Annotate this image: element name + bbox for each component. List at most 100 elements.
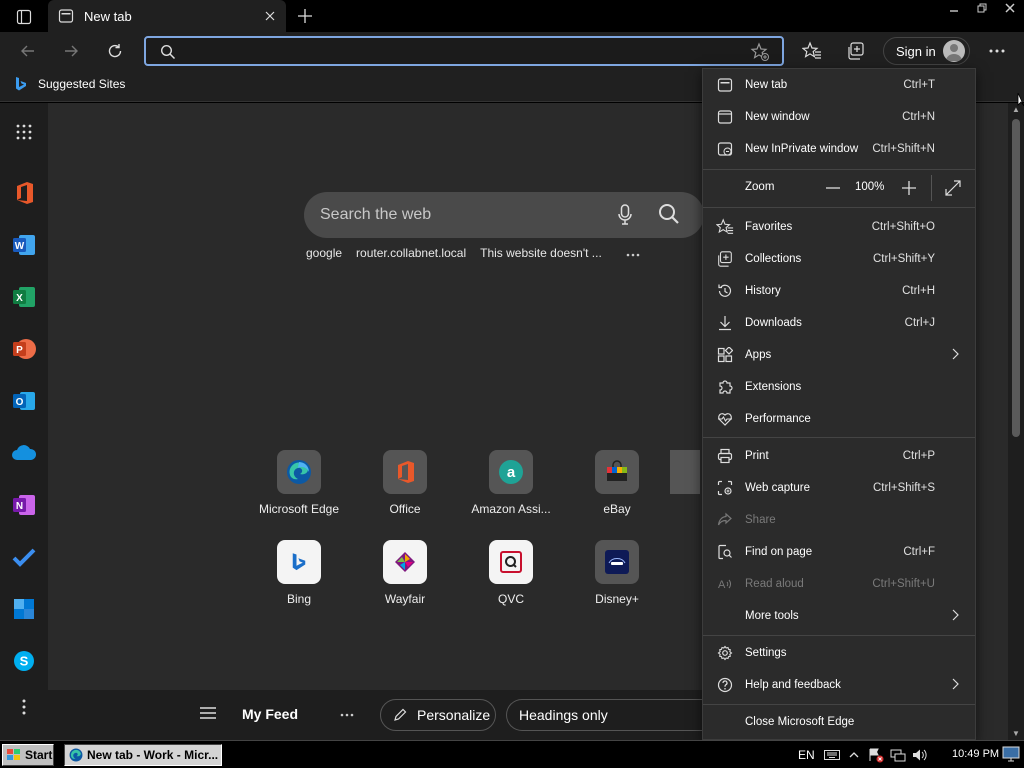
menu-item-read-aloud[interactable]: A Read aloud Ctrl+Shift+U bbox=[703, 568, 975, 600]
personalize-label: Personalize bbox=[417, 707, 491, 723]
top-site-tile[interactable]: QVC bbox=[458, 540, 564, 620]
favorites-button[interactable] bbox=[797, 37, 827, 65]
address-input[interactable] bbox=[186, 41, 746, 61]
top-site-tile[interactable]: Office bbox=[352, 450, 458, 530]
zoom-out-button[interactable] bbox=[823, 178, 843, 198]
history-clock-icon bbox=[718, 284, 732, 297]
web-search-box[interactable]: Search the web bbox=[304, 192, 704, 238]
tab-actions-button[interactable] bbox=[10, 6, 38, 28]
top-site-tile-partial[interactable] bbox=[670, 450, 700, 530]
skype-app-button[interactable]: S bbox=[11, 648, 37, 674]
menu-item-settings[interactable]: Settings bbox=[703, 637, 975, 669]
close-window-button[interactable] bbox=[996, 0, 1024, 16]
chevron-right-icon bbox=[951, 348, 959, 363]
favorite-suggested-sites[interactable]: Suggested Sites bbox=[14, 76, 125, 92]
menu-item-more-tools[interactable]: More tools bbox=[703, 600, 975, 632]
add-favorite-star-icon[interactable] bbox=[750, 42, 770, 62]
page-scrollbar[interactable]: ▲ ▼ bbox=[1008, 103, 1024, 740]
menu-item-performance[interactable]: Performance bbox=[703, 403, 975, 435]
tab-close-button[interactable] bbox=[258, 4, 282, 28]
menu-item-print[interactable]: Print Ctrl+P bbox=[703, 440, 975, 472]
excel-app-button[interactable]: X bbox=[11, 284, 37, 310]
outlook-app-button[interactable]: O bbox=[11, 388, 37, 414]
menu-item-share[interactable]: Share bbox=[703, 504, 975, 536]
menu-item-favorites[interactable]: Favorites Ctrl+Shift+O bbox=[703, 211, 975, 243]
printer-icon bbox=[717, 448, 733, 464]
menu-item-new-window[interactable]: New window Ctrl+N bbox=[703, 101, 975, 133]
menu-item-downloads[interactable]: Downloads Ctrl+J bbox=[703, 307, 975, 339]
quick-link-website[interactable]: This website doesn't ... bbox=[480, 246, 602, 260]
layout-select[interactable]: Headings only bbox=[506, 699, 706, 731]
top-site-tile[interactable]: a Amazon Assi... bbox=[458, 450, 564, 530]
language-indicator[interactable]: EN bbox=[798, 748, 815, 762]
fullscreen-button[interactable] bbox=[943, 178, 963, 198]
top-site-tile[interactable]: Microsoft Edge bbox=[246, 450, 352, 530]
back-button[interactable] bbox=[13, 37, 43, 65]
menu-item-close-edge[interactable]: Close Microsoft Edge bbox=[703, 706, 975, 738]
menu-item-help-and-feedback[interactable]: Help and feedback bbox=[703, 669, 975, 701]
feed-more-button[interactable] bbox=[340, 704, 354, 720]
top-site-tile[interactable]: Disney+ bbox=[564, 540, 670, 620]
tab-actions-icon bbox=[16, 9, 32, 25]
new-tab-button[interactable] bbox=[292, 4, 318, 28]
security-flag-icon[interactable] bbox=[866, 745, 886, 765]
restore-button[interactable] bbox=[968, 0, 996, 16]
powerpoint-app-button[interactable]: P bbox=[11, 336, 37, 362]
refresh-button[interactable] bbox=[100, 37, 130, 65]
quick-link-google[interactable]: google bbox=[306, 246, 342, 260]
app-sidebar: W X P O N S bbox=[0, 103, 48, 740]
menu-item-collections[interactable]: Collections Ctrl+Shift+Y bbox=[703, 243, 975, 275]
taskbar: Start New tab - Work - Micr... EN 10:49 … bbox=[0, 740, 1024, 768]
scrollbar-thumb[interactable] bbox=[1012, 119, 1020, 437]
menu-item-apps[interactable]: Apps bbox=[703, 339, 975, 371]
family-app-button[interactable] bbox=[11, 596, 37, 622]
onedrive-app-button[interactable] bbox=[11, 440, 37, 466]
keyboard-icon[interactable] bbox=[822, 745, 842, 765]
office-app-button[interactable] bbox=[11, 180, 37, 206]
show-desktop-button[interactable] bbox=[1002, 746, 1020, 762]
menu-item-new-inprivate-window[interactable]: New InPrivate window Ctrl+Shift+N bbox=[703, 133, 975, 165]
todo-check-icon bbox=[12, 548, 36, 567]
favorite-label: Suggested Sites bbox=[38, 77, 126, 91]
avatar bbox=[943, 40, 965, 62]
top-site-tile[interactable]: Wayfair bbox=[352, 540, 458, 620]
menu-item-history[interactable]: History Ctrl+H bbox=[703, 275, 975, 307]
network-icon[interactable] bbox=[888, 745, 908, 765]
start-button[interactable]: Start bbox=[2, 744, 54, 766]
fullscreen-expand-icon bbox=[945, 180, 961, 196]
word-app-button[interactable]: W bbox=[11, 232, 37, 258]
personalize-button[interactable]: Personalize bbox=[380, 699, 496, 731]
todo-app-button[interactable] bbox=[11, 544, 37, 570]
volume-icon[interactable] bbox=[910, 745, 930, 765]
taskbar-edge-window[interactable]: New tab - Work - Micr... bbox=[64, 744, 222, 766]
app-launcher-button[interactable] bbox=[11, 119, 37, 145]
minimize-button[interactable] bbox=[940, 0, 968, 16]
top-site-tile[interactable]: eBay bbox=[564, 450, 670, 530]
microphone-icon[interactable] bbox=[618, 204, 632, 226]
zoom-in-button[interactable] bbox=[899, 178, 919, 198]
menu-item-find-on-page[interactable]: Find on page Ctrl+F bbox=[703, 536, 975, 568]
collections-button[interactable] bbox=[841, 37, 871, 65]
search-icon[interactable] bbox=[658, 203, 680, 225]
scroll-down-arrow-icon[interactable]: ▼ bbox=[1012, 729, 1020, 738]
menu-item-extensions[interactable]: Extensions bbox=[703, 371, 975, 403]
forward-button[interactable] bbox=[56, 37, 86, 65]
svg-text:A: A bbox=[718, 579, 726, 591]
address-bar[interactable] bbox=[144, 36, 784, 66]
my-feed-tab[interactable]: My Feed bbox=[242, 706, 298, 722]
chevron-up-icon[interactable] bbox=[844, 745, 864, 765]
clock[interactable]: 10:49 PM bbox=[952, 748, 999, 760]
top-site-tile[interactable]: Bing bbox=[246, 540, 352, 620]
onenote-app-button[interactable]: N bbox=[11, 492, 37, 518]
onedrive-icon bbox=[12, 445, 37, 460]
feed-menu-button[interactable] bbox=[200, 706, 216, 724]
sidebar-more-button[interactable] bbox=[11, 694, 37, 720]
settings-and-more-button[interactable] bbox=[982, 37, 1012, 65]
sign-in-button[interactable]: Sign in bbox=[883, 37, 970, 65]
quick-links-more-button[interactable] bbox=[626, 246, 640, 260]
quick-link-router[interactable]: router.collabnet.local bbox=[356, 246, 466, 260]
tile-label: Office bbox=[389, 502, 421, 516]
menu-item-web-capture[interactable]: Web capture Ctrl+Shift+S bbox=[703, 472, 975, 504]
tab-new-tab[interactable]: New tab bbox=[48, 0, 286, 32]
menu-item-new-tab[interactable]: New tab Ctrl+T bbox=[703, 69, 975, 101]
